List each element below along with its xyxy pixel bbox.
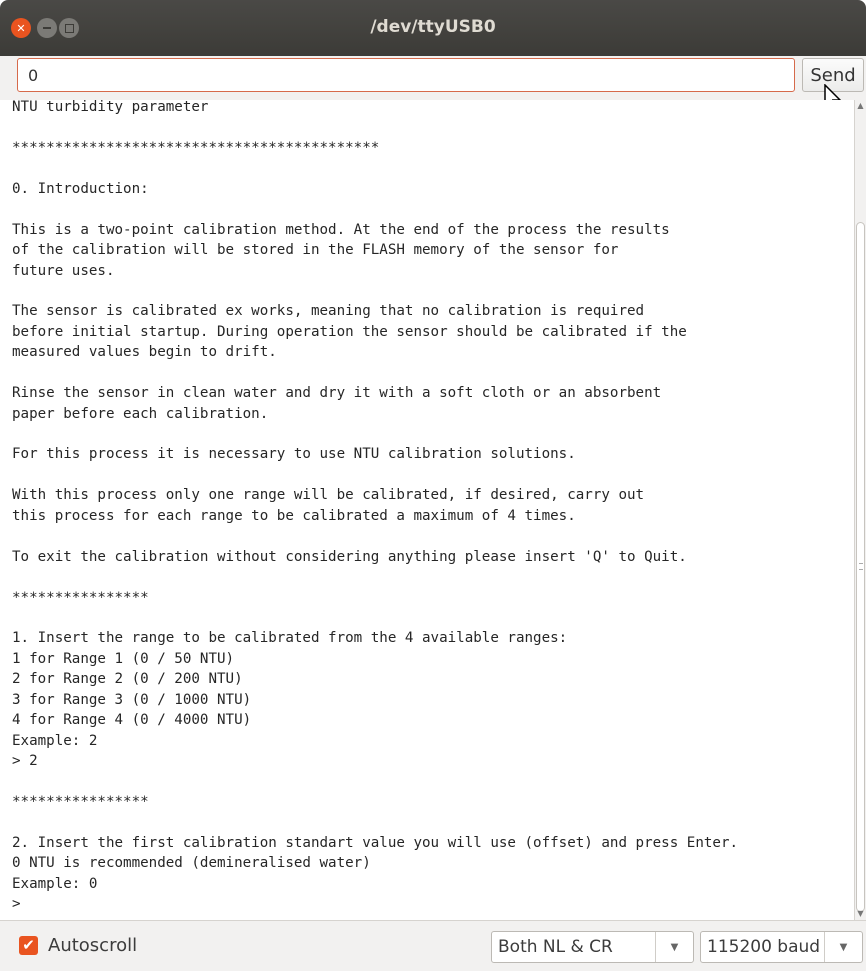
output-line: 2. Insert the first calibration standart…: [12, 834, 739, 851]
output-line: This is a two-point calibration method. …: [12, 221, 670, 238]
autoscroll-label: Autoscroll: [48, 935, 138, 956]
output-line: To exit the calibration without consider…: [12, 548, 687, 565]
output-line: The sensor is calibrated ex works, meani…: [12, 303, 645, 320]
line-ending-value: Both NL & CR: [498, 937, 613, 957]
output-line: 4 for Range 4 (0 / 4000 NTU): [12, 712, 252, 729]
output-line: With this process only one range will be…: [12, 487, 645, 504]
scroll-up-icon[interactable]: ▲: [855, 100, 866, 112]
output-line: ****************: [12, 589, 149, 606]
output-line: >: [12, 896, 21, 913]
serial-output[interactable]: NTU turbidity parameter *****************…: [0, 100, 854, 920]
chevron-down-icon: ▼: [655, 932, 693, 962]
output-line: 1. Insert the range to be calibrated fro…: [12, 630, 568, 647]
output-text: NTU turbidity parameter *****************…: [0, 100, 854, 915]
output-line: 1 for Range 1 (0 / 50 NTU): [12, 650, 235, 667]
output-line: 0. Introduction:: [12, 180, 149, 197]
window-title: /dev/ttyUSB0: [370, 17, 496, 37]
output-line: Rinse the sensor in clean water and dry …: [12, 385, 662, 402]
output-line: For this process it is necessary to use …: [12, 446, 576, 463]
serial-input[interactable]: [17, 58, 795, 92]
autoscroll-checkbox[interactable]: ✔: [19, 936, 38, 955]
output-line: before initial startup. During operation…: [12, 323, 687, 340]
output-scrollbar[interactable]: ▲ ▼: [854, 100, 866, 920]
output-line: of the calibration will be stored in the…: [12, 242, 619, 259]
title-bar: ✕ /dev/ttyUSB0: [0, 0, 866, 56]
output-line: > 2: [12, 753, 38, 769]
baud-rate-value: 115200 baud: [707, 937, 821, 957]
baud-rate-select[interactable]: 115200 baud ▼: [700, 931, 863, 963]
output-line: Example: 0: [12, 875, 98, 892]
status-bar: ✔ Autoscroll Both NL & CR ▼ 115200 baud …: [0, 920, 866, 971]
output-line: NTU turbidity parameter: [12, 100, 209, 115]
output-line: Example: 2: [12, 732, 98, 749]
output-line: paper before each calibration.: [12, 405, 269, 422]
output-line: measured values begin to drift.: [12, 344, 277, 361]
line-ending-select[interactable]: Both NL & CR ▼: [491, 931, 694, 963]
output-line: 0 NTU is recommended (demineralised wate…: [12, 855, 371, 872]
output-line: this process for each range to be calibr…: [12, 507, 576, 524]
scroll-down-icon[interactable]: ▼: [855, 908, 866, 920]
checkmark-icon: ✔: [22, 936, 35, 954]
input-row: Send: [0, 56, 866, 100]
output-line: 2 for Range 2 (0 / 200 NTU): [12, 671, 243, 688]
output-line: ****************: [12, 793, 149, 810]
scroll-thumb[interactable]: [856, 222, 865, 912]
output-line: 3 for Range 3 (0 / 1000 NTU): [12, 691, 252, 708]
output-line: ****************************************…: [12, 139, 380, 156]
chevron-down-icon: ▼: [824, 932, 862, 962]
output-line: future uses.: [12, 262, 115, 279]
